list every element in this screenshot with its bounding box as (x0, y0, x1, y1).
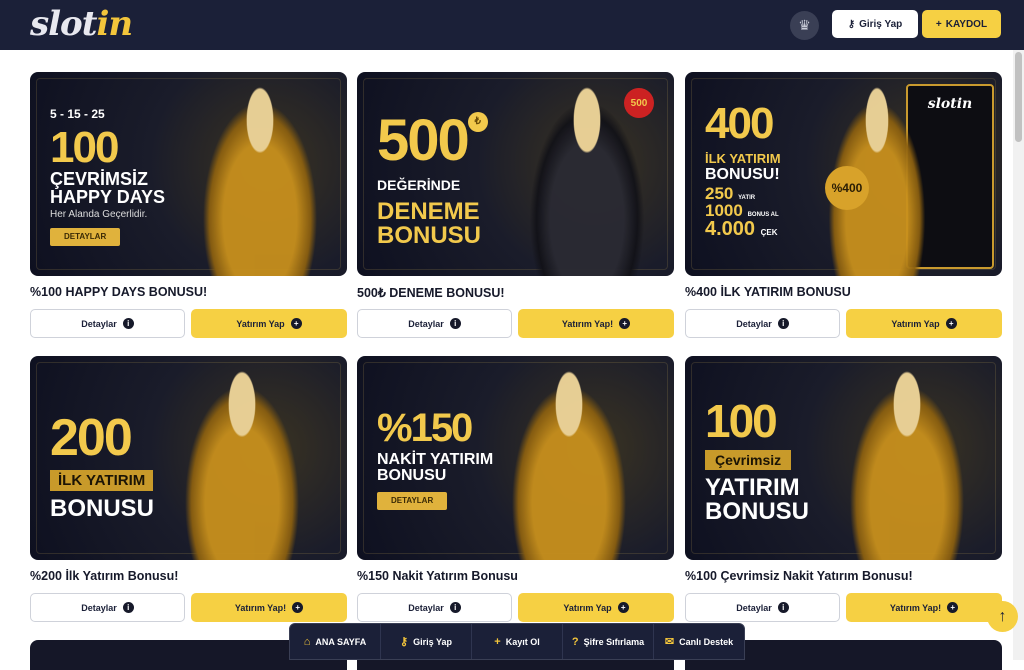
promo-banner[interactable]: %150 NAKİT YATIRIM BONUSU DETAYLAR (357, 356, 674, 560)
badge: %400 (825, 166, 869, 210)
plus-circle-icon: + (945, 318, 957, 329)
nav-live-support[interactable]: ✉ Canlı Destek (654, 624, 744, 659)
promo-figure (195, 86, 325, 276)
site-header: slotin ♛ ⚷ Giriş Yap + KAYDOL (0, 0, 1024, 50)
promo-card: %150 NAKİT YATIRIM BONUSU DETAYLAR %150 … (357, 356, 674, 622)
promo-figure (177, 370, 307, 560)
promo-card: 5 - 15 - 25 100 ÇEVRİMSİZ HAPPY DAYS Her… (30, 72, 347, 338)
promo-title: %200 İlk Yatırım Bonusu! (30, 569, 179, 583)
plus-circle-icon: + (292, 602, 304, 613)
promo-title: %150 Nakit Yatırım Bonusu (357, 569, 518, 583)
promo-figure (504, 370, 634, 560)
plus-circle-icon: + (947, 602, 959, 613)
invest-button[interactable]: Yatırım Yap! + (191, 593, 347, 622)
info-icon: i (449, 318, 461, 329)
details-button[interactable]: Detaylar i (685, 309, 840, 338)
invest-button[interactable]: Yatırım Yap + (518, 593, 674, 622)
scroll-to-top-button[interactable]: ↑ (987, 601, 1018, 632)
invest-button[interactable]: Yatırım Yap + (191, 309, 347, 338)
site-logo[interactable]: slotin (30, 4, 133, 44)
promo-banner[interactable]: 5 - 15 - 25 100 ÇEVRİMSİZ HAPPY DAYS Her… (30, 72, 347, 276)
details-button[interactable]: Detaylar i (30, 593, 185, 622)
invest-button[interactable]: Yatırım Yap! + (518, 309, 674, 338)
promo-card: 100 Çevrimsiz YATIRIM BONUSU %100 Çevrim… (685, 356, 1002, 622)
plus-icon: + (494, 635, 501, 648)
nav-login[interactable]: ⚷ Giriş Yap (381, 624, 472, 659)
info-icon: i (777, 602, 789, 613)
arrow-up-icon: ↑ (998, 607, 1007, 625)
details-button[interactable]: Detaylar i (30, 309, 185, 338)
promo-figure (842, 370, 972, 560)
nav-register[interactable]: + Kayıt Ol (472, 624, 563, 659)
details-button[interactable]: Detaylar i (357, 309, 512, 338)
plus-icon: + (935, 18, 942, 30)
details-button[interactable]: Detaylar i (685, 593, 840, 622)
crown-icon[interactable]: ♛ (790, 11, 819, 40)
plus-circle-icon: + (619, 318, 631, 329)
badge: 500 (624, 88, 654, 118)
promo-card: 200 İLK YATIRIM BONUSU %200 İlk Yatırım … (30, 356, 347, 622)
promo-banner[interactable]: slotin %400 400 İLK YATIRIM BONUSU! 250 … (685, 72, 1002, 276)
plus-circle-icon: + (290, 318, 302, 329)
promo-card: slotin %400 400 İLK YATIRIM BONUSU! 250 … (685, 72, 1002, 338)
details-button[interactable]: Detaylar i (357, 593, 512, 622)
invest-button[interactable]: Yatırım Yap! + (846, 593, 1002, 622)
promo-title: %100 HAPPY DAYS BONUSU! (30, 285, 208, 299)
invest-button[interactable]: Yatırım Yap + (846, 309, 1002, 338)
key-icon: ⚷ (847, 18, 856, 30)
promo-title: %100 Çevrimsiz Nakit Yatırım Bonusu! (685, 569, 913, 583)
promo-banner[interactable]: 200 İLK YATIRIM BONUSU (30, 356, 347, 560)
home-icon: ⌂ (303, 635, 311, 648)
info-icon: i (449, 602, 461, 613)
promo-banner[interactable]: 100 Çevrimsiz YATIRIM BONUSU (685, 356, 1002, 560)
nav-password-reset[interactable]: ? Şifre Sıfırlama (563, 624, 654, 659)
chat-icon: ✉ (664, 636, 675, 648)
bottom-nav: ⌂ ANA SAYFA ⚷ Giriş Yap + Kayıt Ol ? Şifre S… (289, 623, 745, 660)
promo-title: 500₺ DENEME BONUSU! (357, 286, 505, 300)
banner-details-pill[interactable]: DETAYLAR (50, 228, 121, 246)
promo-card: 500 500 ₺ DEĞERİNDE DENEME BONUSU 500₺ DE… (357, 72, 674, 338)
info-icon: i (122, 602, 134, 613)
nav-home[interactable]: ⌂ ANA SAYFA (290, 624, 381, 659)
register-button[interactable]: + KAYDOL (922, 10, 1001, 38)
promo-title: %400 İLK YATIRIM BONUSU (685, 285, 851, 299)
question-icon: ? (571, 635, 579, 648)
promo-banner[interactable]: 500 500 ₺ DEĞERİNDE DENEME BONUSU (357, 72, 674, 276)
plus-circle-icon: + (617, 602, 629, 613)
info-icon: i (777, 318, 789, 329)
login-button[interactable]: ⚷ Giriş Yap (832, 10, 918, 38)
page-scrollbar[interactable] (1013, 50, 1024, 660)
scrollbar-thumb[interactable] (1015, 52, 1022, 142)
key-icon: ⚷ (400, 636, 409, 648)
banner-details-pill[interactable]: DETAYLAR (377, 492, 448, 510)
info-icon: i (122, 318, 134, 329)
